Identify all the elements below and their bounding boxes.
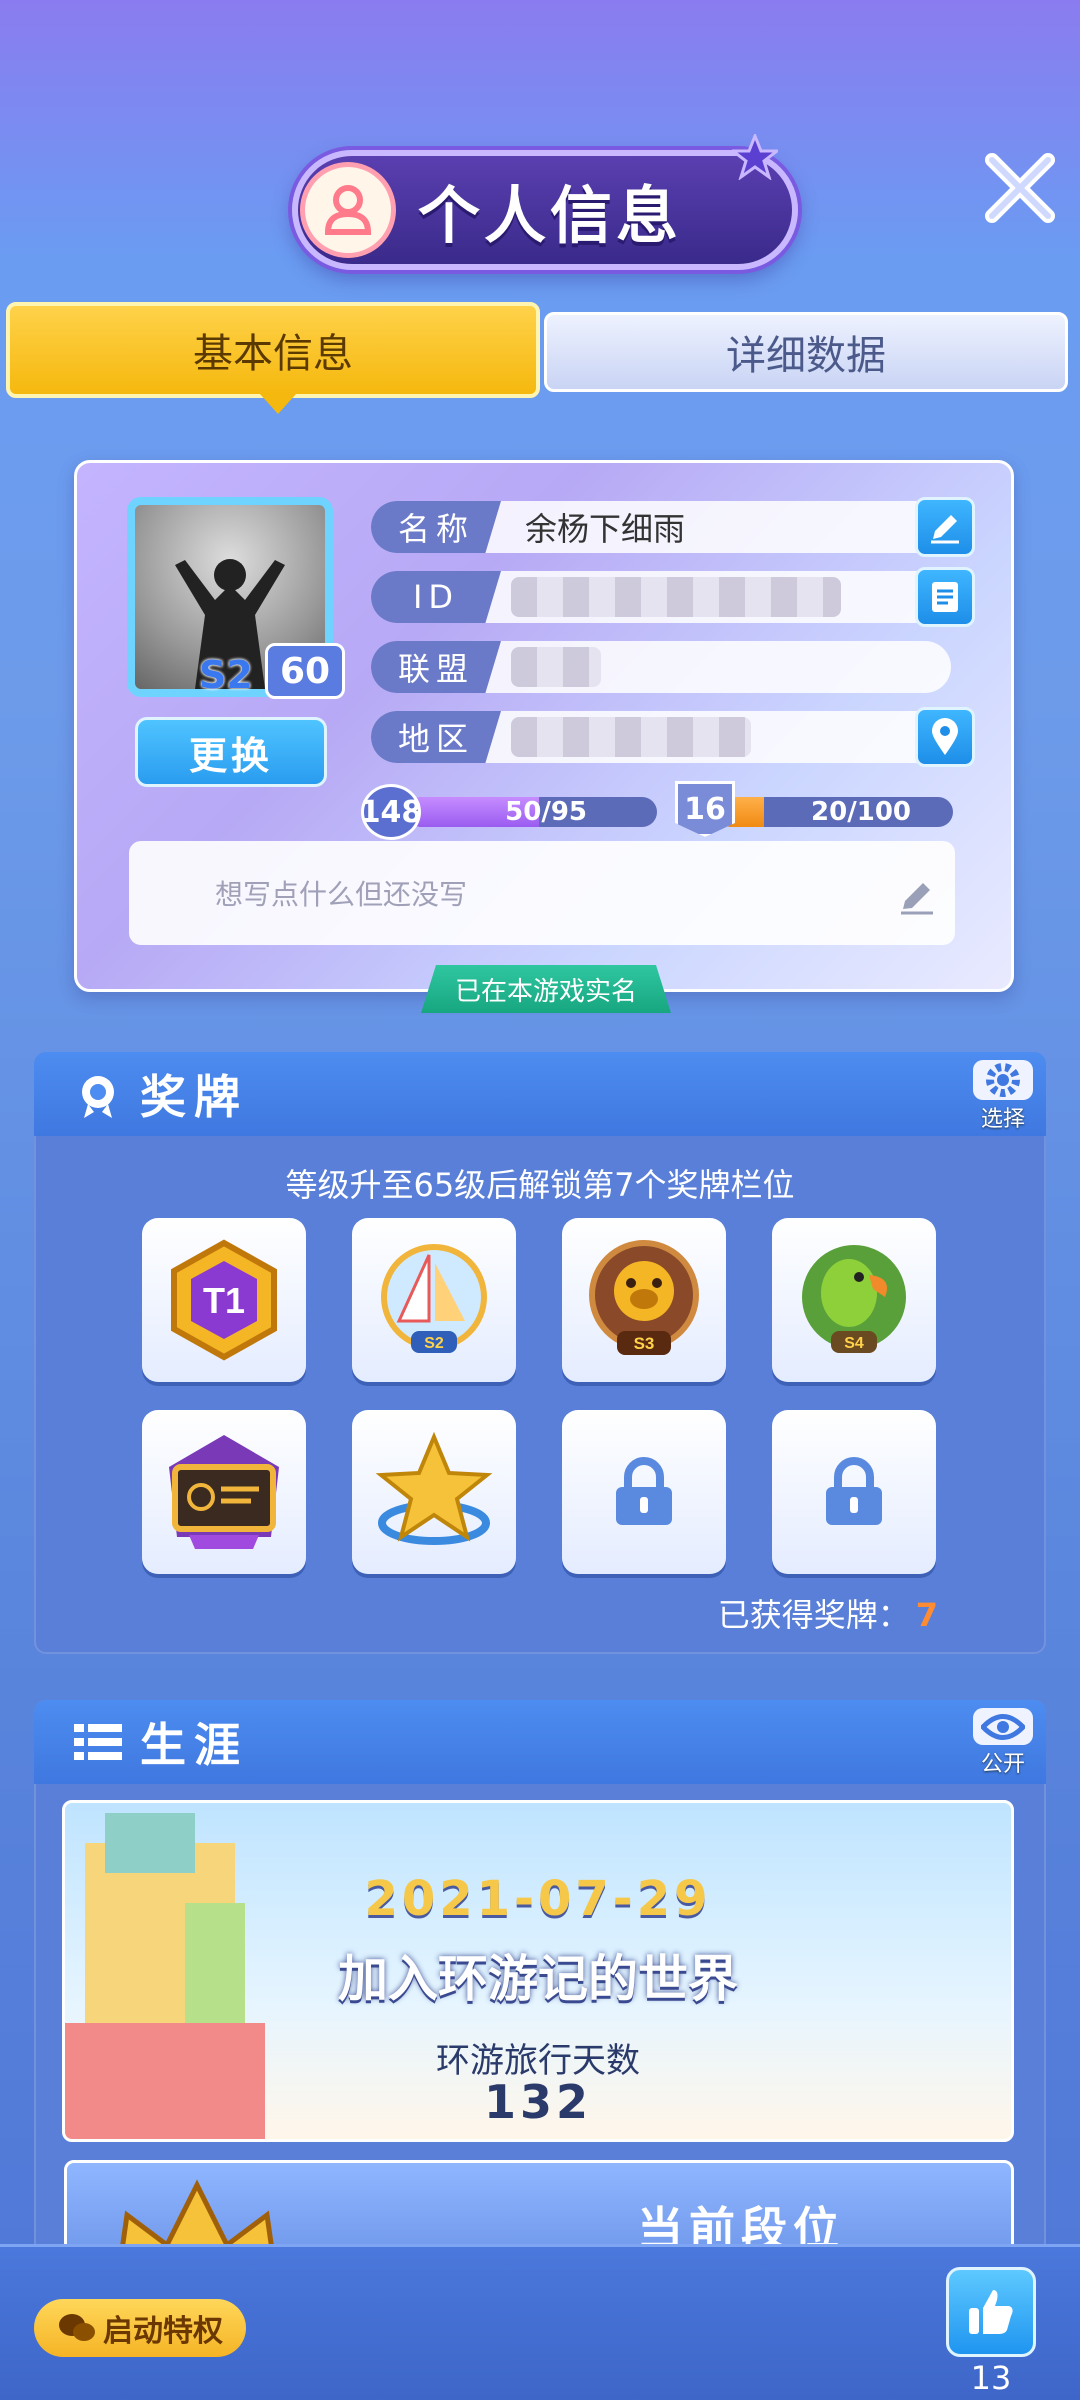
eye-icon: [981, 1713, 1025, 1740]
rank-badge: 16: [675, 781, 735, 837]
lock-icon: [616, 1457, 672, 1525]
medal-slot-6[interactable]: [352, 1410, 516, 1574]
name-row: 名称 余杨下细雨: [371, 501, 951, 553]
select-label: 选择: [980, 1107, 1025, 1132]
level-progress-text: 50/95: [505, 797, 587, 827]
medal-slot-locked-2[interactable]: [772, 1410, 936, 1574]
user-profile-icon: [300, 162, 396, 258]
thumbs-up-icon: [969, 2290, 1013, 2334]
launch-privilege-label: 启动特权: [103, 2314, 223, 2349]
parrot-s4-medal-icon: S4: [802, 1245, 906, 1353]
join-date: 2021-07-29: [364, 1871, 712, 1927]
medal-count-value: 7: [915, 1596, 938, 1634]
level-progress-bar: 50/95: [407, 797, 657, 827]
signature-field[interactable]: 想写点什么但还没写: [129, 841, 955, 945]
rank-progress-bar: 20/100: [717, 797, 953, 827]
profile-card: S2 60 更换 名称 余杨下细雨 ID 联盟 地区 50/95 148 20/…: [74, 460, 1014, 1013]
edit-signature-icon[interactable]: [897, 877, 937, 917]
avatar-level-badge: 60: [265, 643, 345, 699]
copy-id-button[interactable]: [915, 567, 975, 627]
list-icon: [74, 1724, 122, 1760]
id-label: ID: [371, 571, 501, 623]
medal-slot-4[interactable]: S4: [772, 1218, 936, 1382]
region-label: 地区: [371, 711, 501, 763]
name-value: 余杨下细雨: [525, 510, 686, 548]
select-medals-button[interactable]: 选择: [972, 1060, 1034, 1132]
alliance-label: 联盟: [371, 641, 501, 693]
wechat-icon: [59, 2314, 95, 2341]
medal-slot-2[interactable]: S2: [352, 1218, 516, 1382]
id-row: ID: [371, 571, 951, 623]
star-icon: [732, 134, 778, 180]
medal-slot-1[interactable]: T1: [142, 1218, 306, 1382]
launch-privilege-button[interactable]: 启动特权: [34, 2299, 246, 2357]
medal-ribbon-icon: [82, 1076, 114, 1118]
pencil-icon: [931, 515, 959, 544]
real-name-verified-badge: 已在本游戏实名: [421, 965, 671, 1013]
t1-medal-icon: T1: [171, 1239, 277, 1361]
medals-title: 奖牌: [140, 1070, 248, 1124]
close-icon[interactable]: [980, 148, 1060, 228]
alliance-value-obscured: [511, 647, 601, 687]
pig-s3-medal-icon: S3: [589, 1240, 699, 1355]
signature-placeholder: 想写点什么但还没写: [215, 878, 468, 911]
location-pin-icon: [932, 718, 958, 755]
page-title: 个人信息: [418, 179, 683, 252]
s4-medal-text: S4: [844, 1335, 864, 1352]
medal-slot-5[interactable]: [142, 1410, 306, 1574]
career-panel: 生涯 公开 2021-07-29 加入环游记的世界 环游旅行天数 132 当前段…: [34, 1700, 1046, 2260]
career-join-banner: 2021-07-29 加入环游记的世界 环游旅行天数 132: [62, 1800, 1014, 2142]
name-label: 名称: [371, 501, 501, 553]
career-header: 生涯 公开: [34, 1700, 1046, 1784]
tab-detailed-data[interactable]: 详细数据: [544, 312, 1068, 392]
join-world-text: 加入环游记的世界: [338, 1950, 738, 2008]
career-title: 生涯: [140, 1718, 248, 1772]
medal-count: 已获得奖牌： 7: [718, 1590, 938, 1636]
rank-progress-text: 20/100: [811, 797, 911, 827]
region-value-obscured: [511, 717, 751, 757]
edit-name-button[interactable]: [915, 497, 975, 557]
document-icon: [932, 582, 958, 612]
sailboat-s2-medal-icon: S2: [381, 1244, 487, 1353]
medals-header: 奖牌 选择: [34, 1052, 1046, 1136]
star-medal-icon: [375, 1431, 493, 1545]
medals-panel: 奖牌 选择 等级升至65级后解锁第7个奖牌栏位 T1 S2 S3 S4 已获得奖…: [34, 1052, 1046, 1654]
s2-medal-text: S2: [424, 1335, 444, 1352]
career-visibility-button[interactable]: 公开: [972, 1708, 1034, 1778]
bottom-bar: 启动特权 13: [0, 2244, 1080, 2400]
avatar-season-label: S2: [199, 653, 253, 697]
travel-days-value: 132: [483, 2075, 593, 2129]
page-title-banner: 个人信息: [292, 134, 798, 270]
s3-medal-text: S3: [634, 1334, 655, 1353]
tab-basic-info[interactable]: 基本信息: [6, 302, 540, 414]
change-avatar-button[interactable]: 更换: [135, 717, 327, 787]
t1-medal-text: T1: [203, 1280, 245, 1321]
medal-slot-3[interactable]: S3: [562, 1218, 726, 1382]
tab-bar: 基本信息 详细数据: [6, 302, 1068, 414]
level-badge: 148: [360, 784, 422, 840]
id-value-obscured: [511, 577, 841, 617]
medal-slot-locked-1[interactable]: [562, 1410, 726, 1574]
medal-unlock-hint: 等级升至65级后解锁第7个奖牌栏位: [285, 1166, 795, 1204]
alliance-row: 联盟: [371, 641, 951, 693]
location-button[interactable]: [915, 707, 975, 767]
lock-icon: [826, 1457, 882, 1525]
like-count: 13: [970, 2359, 1012, 2397]
visibility-label: 公开: [980, 1752, 1025, 1777]
like-button[interactable]: [946, 2267, 1036, 2357]
region-row: 地区: [371, 711, 951, 763]
gear-icon: [986, 1063, 1020, 1097]
medal-count-label: 已获得奖牌：: [717, 1596, 910, 1634]
certificate-medal-icon: [169, 1435, 279, 1549]
